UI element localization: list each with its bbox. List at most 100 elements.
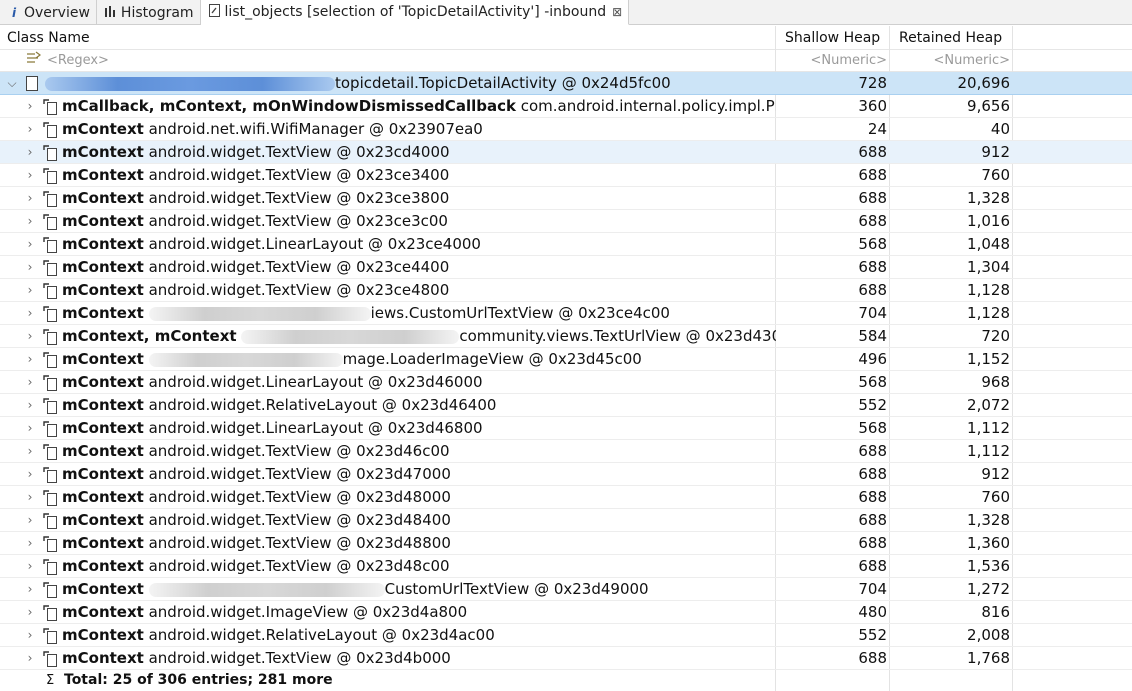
table-row[interactable]: › mContext android.widget.TextView @ 0x2… [0,509,1132,532]
table-row[interactable]: › mContext android.widget.TextView @ 0x2… [0,187,1132,210]
collapse-arrow-icon[interactable]: ⌵ [6,72,18,95]
table-row[interactable]: › mContext android.widget.TextView @ 0x2… [0,164,1132,187]
table-row[interactable]: › mContext android.widget.LinearLayout @… [0,371,1132,394]
column-header-shallow-heap[interactable]: Shallow Heap [785,26,880,50]
expand-arrow-icon[interactable]: › [24,417,36,440]
table-row[interactable]: › mContext android.widget.TextView @ 0x2… [0,279,1132,302]
expand-arrow-icon[interactable]: › [24,486,36,509]
close-icon[interactable]: ⊠ [612,5,622,19]
retained-heap-cell: 40 [990,120,1010,138]
expand-arrow-icon[interactable]: › [24,440,36,463]
shallow-heap-cell: 688 [858,557,887,575]
expand-arrow-icon[interactable]: › [24,348,36,371]
reference-icon [43,260,57,276]
reference-icon [43,536,57,552]
table-header: Class Name Shallow Heap Retained Heap [0,26,1132,50]
table-row[interactable]: ⌵ topicdetail.TopicDetailActivity @ 0x24… [0,72,1132,95]
shallow-heap-filter-input[interactable]: <Numeric> [780,50,887,72]
expand-arrow-icon[interactable]: › [24,279,36,302]
object-name: com.android.internal.policy.impl.PhoneW [520,97,776,115]
expand-arrow-icon[interactable]: › [24,624,36,647]
table-row[interactable]: › mContext, mContext community.views.Tex… [0,325,1132,348]
expand-arrow-icon[interactable]: › [24,601,36,624]
reference-icon [43,306,57,322]
table-row[interactable]: › mContext android.widget.LinearLayout @… [0,417,1132,440]
expand-arrow-icon[interactable]: › [24,141,36,164]
class-name-cell: mContext android.widget.TextView @ 0x23d… [62,440,776,463]
tab-histogram[interactable]: Histogram [97,0,201,25]
class-name-filter-input[interactable]: <Regex> [47,50,109,72]
table-row[interactable]: › mContext android.widget.LinearLayout @… [0,233,1132,256]
retained-heap-cell: 1,128 [967,281,1010,299]
table-row[interactable]: › mContext android.widget.TextView @ 0x2… [0,256,1132,279]
table-row[interactable]: › mContext android.widget.RelativeLayout… [0,394,1132,417]
object-name: android.widget.LinearLayout @ 0x23d46000 [148,373,483,391]
reference-icon [43,421,57,437]
reference-icon [43,168,57,184]
table-row[interactable]: › mContext CustomUrlTextView @ 0x23d4900… [0,578,1132,601]
expand-arrow-icon[interactable]: › [24,210,36,233]
expand-arrow-icon[interactable]: › [24,95,36,118]
class-name-cell: mContext android.widget.TextView @ 0x23d… [62,463,776,486]
table-row[interactable]: › mContext android.widget.ImageView @ 0x… [0,601,1132,624]
tab-overview[interactable]: i Overview [0,0,97,25]
tab-label: Overview [24,4,90,21]
expand-arrow-icon[interactable]: › [24,509,36,532]
table-row[interactable]: › mContext android.widget.TextView @ 0x2… [0,555,1132,578]
field-name: mContext [62,511,144,529]
table-row[interactable]: › mCallback, mContext, mOnWindowDismisse… [0,95,1132,118]
expand-arrow-icon[interactable]: › [24,463,36,486]
reference-icon [43,145,57,161]
table-row[interactable]: › mContext android.net.wifi.WifiManager … [0,118,1132,141]
class-name-cell: mContext android.widget.LinearLayout @ 0… [62,233,776,256]
table-row[interactable]: › mContext android.widget.TextView @ 0x2… [0,486,1132,509]
shallow-heap-cell: 688 [858,442,887,460]
table-row[interactable]: › mContext iews.CustomUrlTextView @ 0x23… [0,302,1132,325]
table-row[interactable]: › mContext android.widget.TextView @ 0x2… [0,532,1132,555]
column-header-retained-heap[interactable]: Retained Heap [899,26,1002,50]
table-row[interactable]: › mContext android.widget.TextView @ 0x2… [0,440,1132,463]
table-row[interactable]: › mContext mage.LoaderImageView @ 0x23d4… [0,348,1132,371]
reference-icon [43,628,57,644]
expand-arrow-icon[interactable]: › [24,164,36,187]
object-name: android.widget.TextView @ 0x23ce3400 [148,166,450,184]
expand-arrow-icon[interactable]: › [24,532,36,555]
object-name: iews.CustomUrlTextView @ 0x23ce4c00 [370,304,670,322]
object-name: android.widget.TextView @ 0x23d48c00 [148,557,450,575]
expand-arrow-icon[interactable]: › [24,118,36,141]
column-header-class-name[interactable]: Class Name [7,26,90,50]
expand-arrow-icon[interactable]: › [24,187,36,210]
object-name: mage.LoaderImageView @ 0x23d45c00 [342,350,642,368]
class-name-cell: mContext android.widget.TextView @ 0x23d… [62,532,776,555]
field-name: mContext [62,304,144,322]
table-row[interactable]: › mContext android.widget.TextView @ 0x2… [0,647,1132,670]
table-row[interactable]: › mContext android.widget.TextView @ 0x2… [0,141,1132,164]
field-name: mContext [62,488,144,506]
expand-arrow-icon[interactable]: › [24,233,36,256]
field-name: mContext [62,120,144,138]
redacted-text [241,329,460,344]
expand-arrow-icon[interactable]: › [24,578,36,601]
shallow-heap-cell: 688 [858,488,887,506]
table-row[interactable]: › mContext android.widget.RelativeLayout… [0,624,1132,647]
expand-arrow-icon[interactable]: › [24,394,36,417]
retained-heap-cell: 1,112 [967,442,1010,460]
table-row[interactable]: › mContext android.widget.TextView @ 0x2… [0,210,1132,233]
expand-arrow-icon[interactable]: › [24,555,36,578]
shallow-heap-cell: 688 [858,649,887,667]
table-row[interactable]: › mContext android.widget.TextView @ 0x2… [0,463,1132,486]
expand-arrow-icon[interactable]: › [24,302,36,325]
total-row[interactable]: Σ Total: 25 of 306 entries; 281 more [0,670,1132,691]
shallow-heap-cell: 688 [858,511,887,529]
histogram-icon [105,5,117,20]
retained-heap-filter-input[interactable]: <Numeric> [892,50,1010,72]
reference-icon [43,490,57,506]
expand-arrow-icon[interactable]: › [24,256,36,279]
expand-arrow-icon[interactable]: › [24,325,36,348]
object-name: android.widget.TextView @ 0x23d47000 [148,465,451,483]
expand-arrow-icon[interactable]: › [24,647,36,670]
shallow-heap-cell: 584 [858,327,887,345]
retained-heap-cell: 2,072 [967,396,1010,414]
expand-arrow-icon[interactable]: › [24,371,36,394]
tab-list-objects[interactable]: list_objects [selection of 'TopicDetailA… [200,0,630,25]
